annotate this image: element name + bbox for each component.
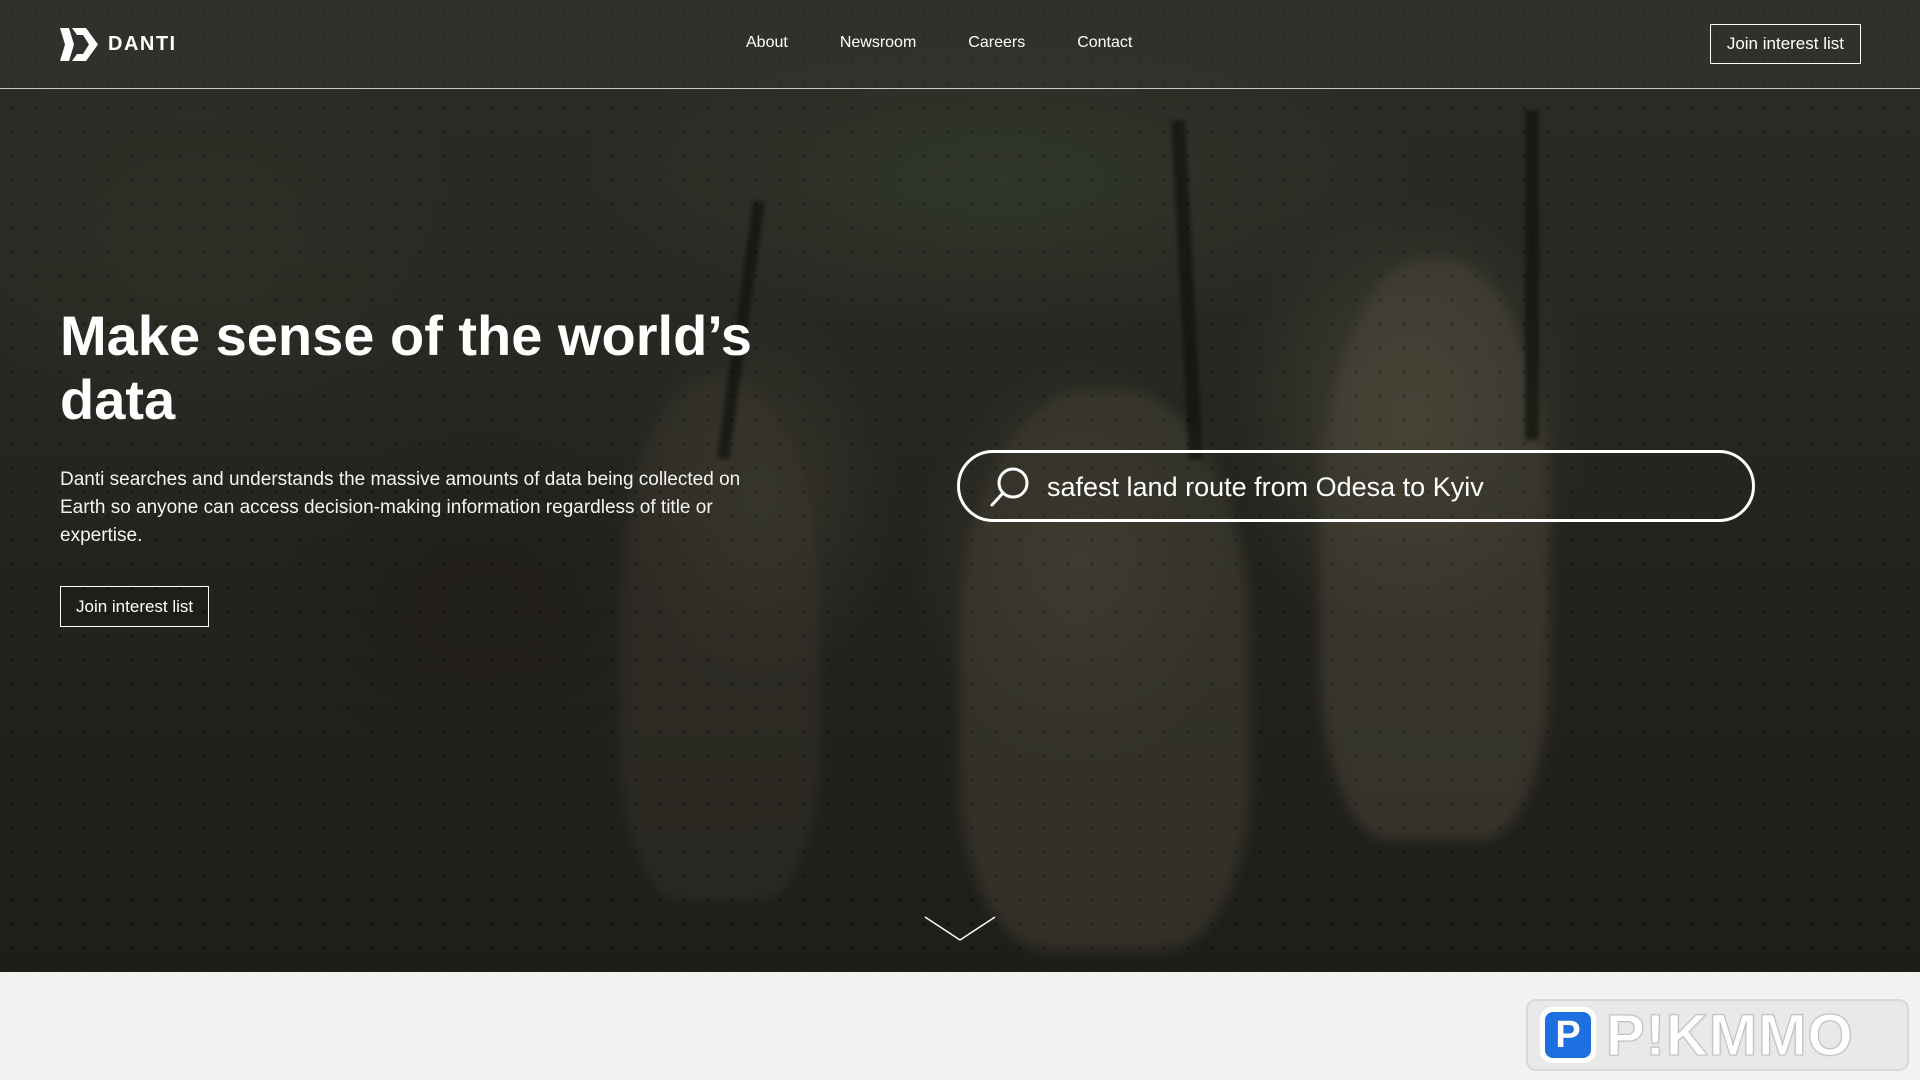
brand-logo[interactable]: DANTI [60,28,177,61]
nav-links: About Newsroom Careers Contact [746,34,1132,52]
nav-link-newsroom[interactable]: Newsroom [840,34,916,52]
search-query-text[interactable]: safest land route from Odesa to Kyiv [1047,472,1484,503]
chevron-down-icon[interactable] [924,916,996,942]
hero-description: Danti searches and understands the massi… [60,469,741,546]
hero-join-interest-list-button[interactable]: Join interest list [60,586,210,627]
hero-background: DANTI About Newsroom Careers Contact Joi… [0,0,1920,972]
nav-link-about[interactable]: About [746,34,788,52]
nav-link-careers[interactable]: Careers [968,34,1025,52]
search-bar[interactable]: safest land route from Odesa to Kyiv [957,450,1755,522]
search-icon [990,467,1029,507]
watermark-letter: P [1545,1012,1591,1058]
watermark-text: P!KMMO [1606,1002,1854,1068]
header-join-interest-list-button[interactable]: Join interest list [1709,24,1861,64]
watermark-badge: P P!KMMO [1526,999,1909,1071]
danti-logo-icon [60,28,98,61]
watermark-logo-icon: P [1540,1007,1596,1063]
hero-headline: Make sense of the world’s data [60,304,752,431]
nav-link-contact[interactable]: Contact [1077,34,1132,52]
top-navigation: DANTI About Newsroom Careers Contact Joi… [0,0,1920,89]
brand-name: DANTI [108,33,177,55]
